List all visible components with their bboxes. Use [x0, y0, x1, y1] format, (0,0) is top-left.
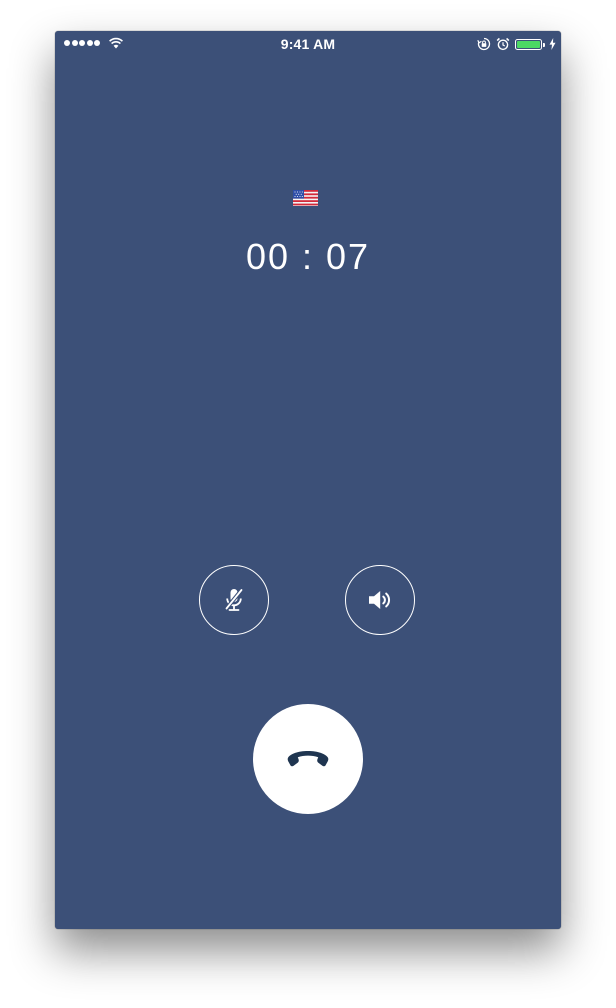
- status-bar: 9:41 AM: [55, 31, 561, 57]
- battery-level: [517, 40, 540, 48]
- microphone-muted-icon: [224, 588, 244, 611]
- us-flag-icon: [293, 190, 318, 206]
- mute-button[interactable]: [199, 565, 269, 635]
- status-indicators: [477, 36, 556, 52]
- phone-hangup-icon: [287, 751, 329, 767]
- battery-icon: [515, 38, 545, 50]
- end-call-button[interactable]: [253, 704, 363, 814]
- rotation-lock-icon: [477, 37, 491, 51]
- speaker-button[interactable]: [345, 565, 415, 635]
- charging-bolt-icon: [549, 38, 556, 50]
- call-screen: 9:41 AM 00: 07: [55, 31, 561, 929]
- call-duration: 00 : 07: [245, 236, 371, 277]
- alarm-icon: [496, 37, 510, 51]
- speaker-icon: [369, 591, 391, 609]
